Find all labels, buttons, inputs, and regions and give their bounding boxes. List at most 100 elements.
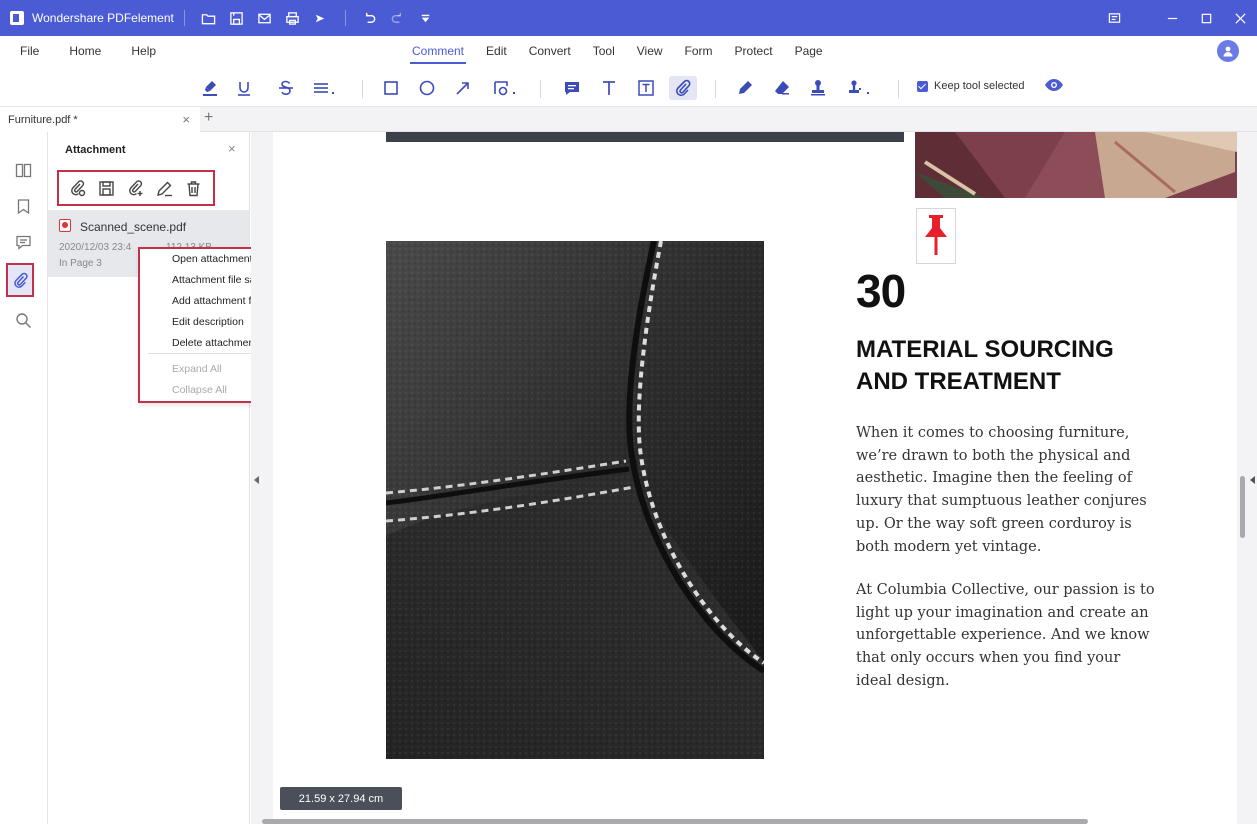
tab-form[interactable]: Form <box>685 44 713 58</box>
typewriter-tool-icon[interactable] <box>597 76 621 100</box>
collapse-panel-handle[interactable] <box>254 476 259 484</box>
menu-expand-all: Expand All <box>172 363 222 375</box>
undo-icon[interactable] <box>359 7 381 29</box>
text-line: ideal design. <box>856 672 950 689</box>
body-paragraph: When it comes to choosing furniture, we’… <box>856 422 1176 558</box>
attachment-pin-annotation[interactable] <box>916 208 956 264</box>
pdf-file-icon <box>59 219 71 232</box>
menu-left: File Home Help <box>20 44 186 58</box>
menu-file[interactable]: File <box>20 44 39 58</box>
minimize-icon[interactable] <box>1155 0 1189 36</box>
text-line: light up your imagination and create an <box>856 604 1149 621</box>
attachment-date: 2020/12/03 23:4 <box>59 242 132 253</box>
text-align-tool-icon[interactable] <box>308 76 342 100</box>
panel-title: Attachment <box>65 144 126 156</box>
new-tab-icon[interactable]: + <box>204 109 213 127</box>
tab-page[interactable]: Page <box>795 44 823 58</box>
feedback-icon[interactable] <box>1097 0 1131 36</box>
comments-icon[interactable] <box>11 230 35 254</box>
document-tab-strip: Furniture.pdf * × + <box>0 106 1257 132</box>
print-icon[interactable] <box>282 7 304 29</box>
rectangle-tool-icon[interactable] <box>379 76 403 100</box>
title-separator <box>1131 0 1155 36</box>
text-box-tool-icon[interactable] <box>634 76 658 100</box>
add-attachment-icon[interactable] <box>125 178 145 198</box>
text-line: up. Or the way soft green corduroy is <box>856 515 1132 532</box>
email-icon[interactable] <box>254 7 276 29</box>
thumbnails-icon[interactable] <box>11 158 35 182</box>
save-attachment-icon[interactable] <box>96 178 116 198</box>
open-attachment-icon[interactable] <box>67 178 87 198</box>
menu-collapse-all: Collapse All <box>172 384 227 396</box>
open-folder-icon[interactable] <box>198 7 220 29</box>
title-bar: Wondershare PDFelement <box>0 0 1257 36</box>
oval-tool-icon[interactable] <box>415 76 439 100</box>
text-line: aesthetic. Imagine then the feeling of <box>856 470 1132 487</box>
delete-attachment-icon[interactable] <box>183 178 203 198</box>
text-line: we’re drawn to both the physical and <box>856 447 1131 464</box>
body-paragraph: At Columbia Collective, our passion is t… <box>856 579 1176 693</box>
edit-description-icon[interactable] <box>154 178 174 198</box>
show-hide-comments-icon[interactable] <box>1044 77 1066 95</box>
document-tab[interactable]: Furniture.pdf * × <box>0 107 200 132</box>
vertical-scrollbar[interactable] <box>1240 476 1245 538</box>
bookmark-icon[interactable] <box>11 194 35 218</box>
app-name: Wondershare PDFelement <box>32 11 174 25</box>
pencil-tool-icon[interactable] <box>733 76 757 100</box>
heading-line: AND TREATMENT <box>856 368 1061 395</box>
tab-convert[interactable]: Convert <box>529 44 571 58</box>
attachment-panel: Attachment × Scanned_scene.pdf 2020/12/0… <box>48 132 250 824</box>
checkbox-checked-icon <box>917 80 928 92</box>
strikethrough-tool-icon[interactable] <box>274 76 298 100</box>
document-viewer[interactable]: 30 MATERIAL SOURCING AND TREATMENT When … <box>251 132 1257 824</box>
attachment-filename: Scanned_scene.pdf <box>80 220 187 234</box>
ribbon-tabs: Comment Edit Convert Tool View Form Prot… <box>409 44 845 64</box>
menu-add-attachment-file[interactable]: Add attachment file <box>172 295 262 307</box>
save-icon[interactable] <box>226 7 248 29</box>
leather-photo <box>386 241 764 759</box>
attachment-tool-icon[interactable] <box>669 76 697 100</box>
menu-bar: File Home Help Comment Edit Convert Tool… <box>0 36 1257 68</box>
horizontal-scrollbar[interactable] <box>262 819 1088 824</box>
stamp-tool-icon[interactable] <box>806 76 830 100</box>
shape-more-tool-icon[interactable] <box>489 76 523 100</box>
tab-comment[interactable]: Comment <box>409 44 467 64</box>
tab-view[interactable]: View <box>637 44 663 58</box>
title-separator <box>183 10 185 26</box>
menu-help[interactable]: Help <box>131 44 156 58</box>
search-icon[interactable] <box>11 308 35 332</box>
section-heading: MATERIAL SOURCING AND TREATMENT <box>856 334 1216 398</box>
menu-delete-attachment[interactable]: Delete attachment <box>172 337 257 349</box>
share-icon[interactable] <box>310 7 332 29</box>
title-separator <box>344 10 346 26</box>
menu-edit-description[interactable]: Edit description <box>172 316 244 328</box>
attachments-panel-icon[interactable] <box>6 263 34 297</box>
redo-icon[interactable] <box>387 7 409 29</box>
attachment-page: In Page 3 <box>59 258 102 269</box>
menu-home[interactable]: Home <box>69 44 101 58</box>
maximize-icon[interactable] <box>1189 0 1223 36</box>
toolbar-separator <box>540 80 541 98</box>
keep-tool-selected-label: Keep tool selected <box>934 80 1025 92</box>
highlight-tool-icon[interactable] <box>198 76 222 100</box>
signature-tool-icon[interactable] <box>843 76 877 100</box>
page-size-badge: 21.59 x 27.94 cm <box>280 787 402 810</box>
sticky-note-tool-icon[interactable] <box>560 76 584 100</box>
eraser-tool-icon[interactable] <box>770 76 794 100</box>
underline-tool-icon[interactable] <box>232 76 256 100</box>
close-panel-icon[interactable]: × <box>228 141 236 156</box>
close-tab-icon[interactable]: × <box>182 112 190 127</box>
user-avatar-icon[interactable] <box>1217 40 1239 62</box>
left-icon-rail <box>0 132 48 824</box>
text-line: At Columbia Collective, our passion is t… <box>856 582 1155 598</box>
attachment-toolbar <box>57 170 215 206</box>
arrow-tool-icon[interactable] <box>451 76 475 100</box>
keep-tool-selected-checkbox[interactable]: Keep tool selected <box>917 80 1025 92</box>
close-window-icon[interactable] <box>1223 0 1257 36</box>
expand-right-panel-handle[interactable] <box>1250 476 1255 484</box>
tab-edit[interactable]: Edit <box>486 44 507 58</box>
tab-tool[interactable]: Tool <box>593 44 615 58</box>
tab-protect[interactable]: Protect <box>735 44 773 58</box>
heading-line: MATERIAL SOURCING <box>856 336 1114 363</box>
quick-access-dropdown-icon[interactable] <box>415 7 437 29</box>
